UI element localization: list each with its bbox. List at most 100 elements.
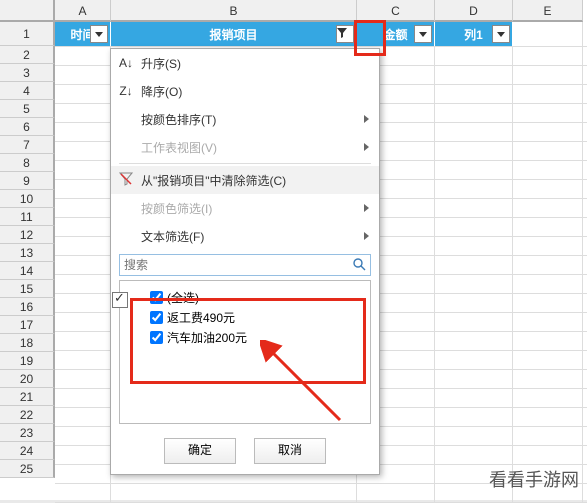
sort-asc[interactable]: A↓ 升序(S) [111, 49, 379, 77]
col-head-e[interactable]: E [513, 0, 583, 22]
cell[interactable] [435, 123, 513, 141]
row-head[interactable]: 16 [0, 298, 55, 316]
cell[interactable] [435, 161, 513, 179]
cell[interactable] [55, 142, 111, 160]
cell[interactable] [513, 199, 583, 217]
cell[interactable] [55, 446, 111, 464]
cell[interactable] [55, 180, 111, 198]
cell[interactable] [55, 332, 111, 350]
cell[interactable] [55, 389, 111, 407]
cell[interactable] [435, 180, 513, 198]
row-head[interactable]: 20 [0, 370, 55, 388]
cell[interactable] [435, 446, 513, 464]
cell[interactable] [513, 408, 583, 426]
row-head[interactable]: 14 [0, 262, 55, 280]
row-head[interactable]: 2 [0, 46, 55, 64]
cell[interactable] [55, 199, 111, 217]
cell[interactable] [55, 370, 111, 388]
row-head[interactable]: 15 [0, 280, 55, 298]
cell[interactable] [513, 275, 583, 293]
cell[interactable] [513, 294, 583, 312]
cell[interactable] [435, 427, 513, 445]
cell[interactable] [55, 85, 111, 103]
cell[interactable] [513, 142, 583, 160]
cell[interactable] [435, 408, 513, 426]
search-input[interactable] [119, 254, 371, 276]
row-head[interactable]: 3 [0, 64, 55, 82]
cell[interactable] [55, 123, 111, 141]
cell[interactable] [435, 104, 513, 122]
col-head-b[interactable]: B [111, 0, 357, 22]
cell[interactable] [513, 123, 583, 141]
cell[interactable] [435, 351, 513, 369]
row-head[interactable]: 1 [0, 22, 55, 46]
cell[interactable] [55, 66, 111, 84]
row-head[interactable]: 6 [0, 118, 55, 136]
cell[interactable] [435, 66, 513, 84]
cell[interactable] [513, 218, 583, 236]
cell[interactable] [513, 370, 583, 388]
row-head[interactable]: 25 [0, 460, 55, 478]
cell[interactable] [513, 389, 583, 407]
row-head[interactable]: 12 [0, 226, 55, 244]
cell[interactable] [513, 446, 583, 464]
cell[interactable] [435, 256, 513, 274]
cell[interactable] [513, 66, 583, 84]
cell[interactable] [435, 237, 513, 255]
cell[interactable] [357, 484, 435, 502]
cell[interactable] [513, 256, 583, 274]
cell[interactable] [55, 47, 111, 65]
row-head[interactable]: 5 [0, 100, 55, 118]
cell[interactable] [55, 313, 111, 331]
cell[interactable] [435, 294, 513, 312]
cell[interactable] [55, 294, 111, 312]
cell[interactable] [55, 256, 111, 274]
cell[interactable] [513, 237, 583, 255]
cell[interactable] [55, 465, 111, 483]
row-head[interactable]: 22 [0, 406, 55, 424]
col-head-c[interactable]: C [357, 0, 435, 22]
cell[interactable] [55, 218, 111, 236]
ok-button[interactable]: 确定 [164, 438, 236, 464]
row-head[interactable]: 8 [0, 154, 55, 172]
cell[interactable] [435, 218, 513, 236]
text-filter[interactable]: 文本筛选(F) [111, 222, 379, 250]
cell[interactable] [435, 199, 513, 217]
cell[interactable] [513, 161, 583, 179]
cell[interactable] [513, 351, 583, 369]
col-head-d[interactable]: D [435, 0, 513, 22]
row-head[interactable]: 19 [0, 352, 55, 370]
col-head-a[interactable]: A [55, 0, 111, 22]
row-head[interactable]: 10 [0, 190, 55, 208]
cell[interactable] [55, 237, 111, 255]
cancel-button[interactable]: 取消 [254, 438, 326, 464]
cell[interactable] [55, 427, 111, 445]
row-head[interactable]: 21 [0, 388, 55, 406]
row-head[interactable]: 13 [0, 244, 55, 262]
filter-dropdown-category[interactable] [336, 25, 354, 43]
cell[interactable] [513, 332, 583, 350]
row-head[interactable]: 7 [0, 136, 55, 154]
row-head[interactable]: 4 [0, 82, 55, 100]
cell[interactable] [513, 313, 583, 331]
cell[interactable] [111, 484, 357, 502]
cell[interactable] [55, 275, 111, 293]
cell[interactable] [513, 180, 583, 198]
sort-by-color[interactable]: 按颜色排序(T) [111, 105, 379, 133]
cell[interactable] [55, 161, 111, 179]
cell[interactable] [513, 104, 583, 122]
cell[interactable] [55, 351, 111, 369]
cell[interactable] [55, 484, 111, 502]
cell[interactable] [513, 85, 583, 103]
cell[interactable] [435, 47, 513, 65]
cell[interactable] [435, 389, 513, 407]
cell[interactable] [435, 85, 513, 103]
cell[interactable] [55, 408, 111, 426]
filter-dropdown-time[interactable] [90, 25, 108, 43]
row-head[interactable]: 18 [0, 334, 55, 352]
clear-filter[interactable]: 从"报销项目"中清除筛选(C) [111, 166, 379, 194]
row-head[interactable]: 17 [0, 316, 55, 334]
cell[interactable] [513, 47, 583, 65]
cell[interactable] [435, 332, 513, 350]
cell[interactable] [513, 427, 583, 445]
